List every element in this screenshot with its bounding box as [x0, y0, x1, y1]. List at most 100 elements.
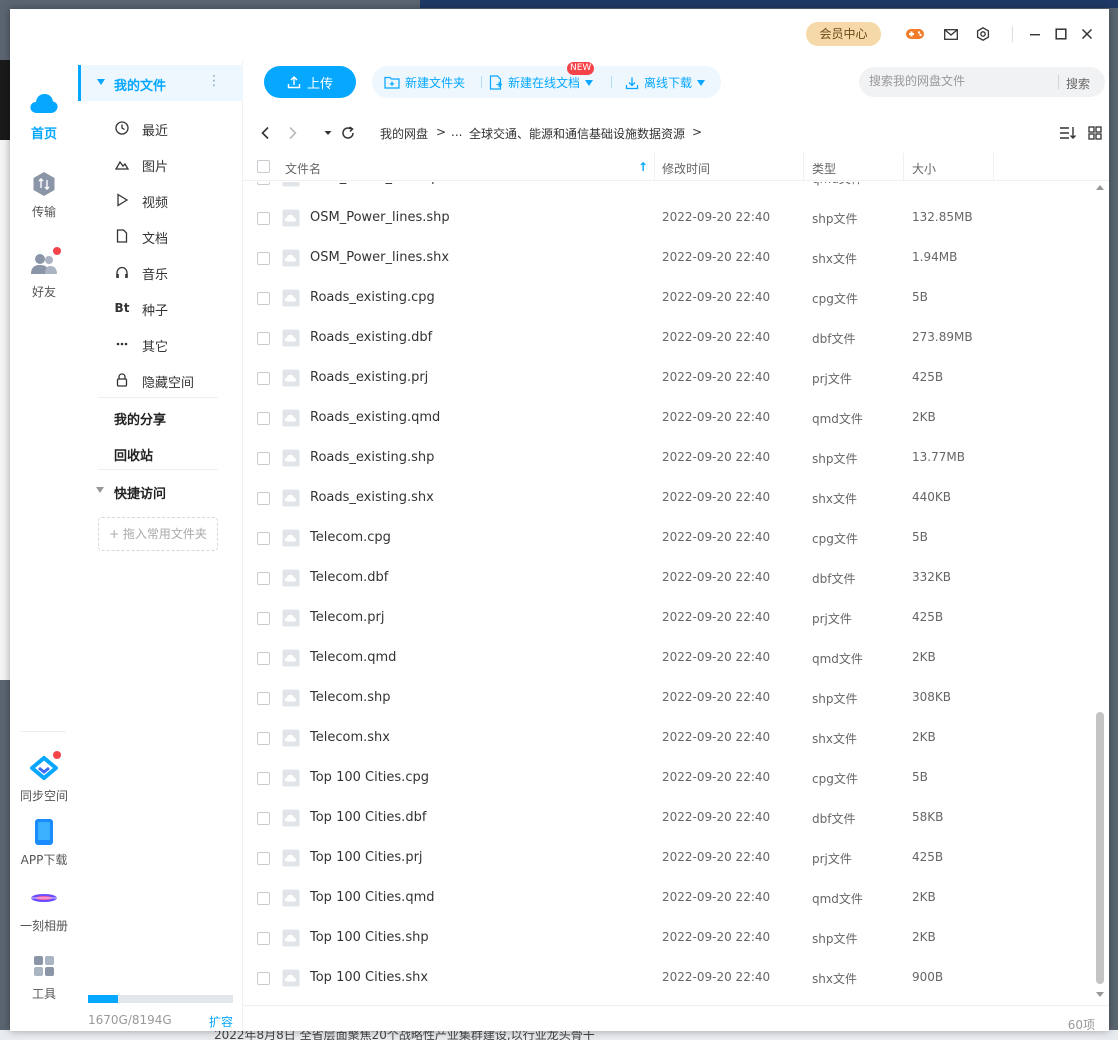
file-name[interactable]: Telecom.qmd — [310, 650, 396, 665]
file-name[interactable]: Telecom.prj — [310, 610, 384, 625]
new-folder-button[interactable]: 新建文件夹 — [384, 74, 465, 91]
table-row[interactable]: Roads_existing.shx 2022-09-20 22:40 shx文件 4… — [243, 478, 1093, 518]
row-checkbox[interactable] — [257, 612, 270, 625]
file-name[interactable]: Telecom.shp — [310, 690, 391, 705]
file-name[interactable]: Roads_existing.qmd — [310, 410, 440, 425]
table-row[interactable]: Roads_existing.shp 2022-09-20 22:40 shp文件 1… — [243, 438, 1093, 478]
scrollbar-thumb[interactable] — [1096, 712, 1104, 984]
row-checkbox[interactable] — [257, 212, 270, 225]
minimize-icon[interactable] — [1024, 23, 1046, 45]
table-row[interactable]: Top 100 Cities.shx 2022-09-20 22:40 shx文件 9… — [243, 958, 1093, 998]
table-row[interactable]: OSM_Power_lines.qmd 2022-09-20 22:40 qmd文件… — [243, 182, 1093, 198]
file-name[interactable]: Top 100 Cities.shp — [310, 930, 429, 945]
rail-tools[interactable]: 工具 — [10, 951, 78, 1002]
close-icon[interactable] — [1076, 23, 1098, 45]
offline-download-button[interactable]: 离线下载 — [625, 74, 706, 91]
table-row[interactable]: Roads_existing.dbf 2022-09-20 22:40 dbf文件 2… — [243, 318, 1093, 358]
rail-sync-space[interactable]: 同步空间 — [10, 751, 78, 804]
file-name[interactable]: OSM_Power_lines.shx — [310, 250, 449, 265]
grid-view-icon[interactable] — [1085, 123, 1105, 143]
sidebar-item-documents[interactable]: 文档 — [78, 218, 243, 254]
file-name[interactable]: Top 100 Cities.dbf — [310, 810, 426, 825]
file-name[interactable]: Roads_existing.prj — [310, 370, 428, 385]
table-row[interactable]: Telecom.shp 2022-09-20 22:40 shp文件 308KB — [243, 678, 1093, 718]
rail-app-download[interactable]: APP下载 — [10, 817, 78, 868]
maximize-icon[interactable] — [1050, 23, 1072, 45]
row-checkbox[interactable] — [257, 732, 270, 745]
row-checkbox[interactable] — [257, 652, 270, 665]
file-name[interactable]: Roads_existing.cpg — [310, 290, 435, 305]
settings-icon[interactable] — [972, 23, 994, 45]
table-row[interactable]: Telecom.shx 2022-09-20 22:40 shx文件 2KB — [243, 718, 1093, 758]
rail-album[interactable]: 一刻相册 — [10, 883, 78, 934]
table-row[interactable]: OSM_Power_lines.shp 2022-09-20 22:40 shp文件… — [243, 198, 1093, 238]
file-name[interactable]: Top 100 Cities.qmd — [310, 890, 434, 905]
row-checkbox[interactable] — [257, 572, 270, 585]
table-row[interactable]: Telecom.dbf 2022-09-20 22:40 dbf文件 332KB — [243, 558, 1093, 598]
sidebar-item-hidden-space[interactable]: 隐藏空间 — [78, 362, 243, 398]
table-row[interactable]: OSM_Power_lines.shx 2022-09-20 22:40 shx文件… — [243, 238, 1093, 278]
row-checkbox[interactable] — [257, 772, 270, 785]
column-header-name[interactable]: 文件名 — [285, 160, 321, 177]
expand-storage-link[interactable]: 扩容 — [209, 1013, 233, 1030]
sidebar-recycle-bin[interactable]: 回收站 — [114, 445, 153, 464]
select-all-checkbox[interactable] — [257, 160, 270, 173]
search-input[interactable] — [869, 74, 1039, 88]
sidebar-my-files[interactable]: 我的文件 ⋮ — [78, 65, 243, 101]
table-row[interactable]: Top 100 Cities.shp 2022-09-20 22:40 shp文件 2… — [243, 918, 1093, 958]
breadcrumb-root[interactable]: 我的网盘 — [380, 125, 428, 142]
sidebar-quick-access[interactable]: 快捷访问 — [114, 483, 166, 502]
drop-folder-zone[interactable]: + 拖入常用文件夹 — [98, 517, 218, 551]
file-name[interactable]: OSM_Power_lines.shp — [310, 210, 450, 225]
scroll-down-arrow-icon[interactable] — [1096, 992, 1104, 997]
sidebar-item-images[interactable]: 图片 — [78, 146, 243, 182]
file-name[interactable]: Roads_existing.shp — [310, 450, 434, 465]
file-name[interactable]: Telecom.shx — [310, 730, 390, 745]
table-row[interactable]: Telecom.prj 2022-09-20 22:40 prj文件 425B — [243, 598, 1093, 638]
row-checkbox[interactable] — [257, 932, 270, 945]
row-checkbox[interactable] — [257, 412, 270, 425]
sidebar-my-share[interactable]: 我的分享 — [114, 409, 166, 428]
rail-friends[interactable]: 好友 — [10, 247, 78, 300]
row-checkbox[interactable] — [257, 852, 270, 865]
table-row[interactable]: Telecom.qmd 2022-09-20 22:40 qmd文件 2KB — [243, 638, 1093, 678]
table-row[interactable]: Roads_existing.cpg 2022-09-20 22:40 cpg文件 5… — [243, 278, 1093, 318]
breadcrumb-current[interactable]: 全球交通、能源和通信基础设施数据资源 — [469, 125, 685, 142]
row-checkbox[interactable] — [257, 812, 270, 825]
game-icon[interactable] — [904, 23, 926, 45]
forward-icon[interactable] — [283, 123, 303, 143]
table-row[interactable]: Roads_existing.qmd 2022-09-20 22:40 qmd文件 2… — [243, 398, 1093, 438]
row-checkbox[interactable] — [257, 332, 270, 345]
file-name[interactable]: Telecom.cpg — [310, 530, 391, 545]
rail-transfer[interactable]: 传输 — [10, 169, 78, 220]
row-checkbox[interactable] — [257, 892, 270, 905]
sort-icon[interactable] — [1058, 123, 1078, 143]
table-row[interactable]: Telecom.cpg 2022-09-20 22:40 cpg文件 5B — [243, 518, 1093, 558]
table-row[interactable]: Top 100 Cities.prj 2022-09-20 22:40 prj文件 4… — [243, 838, 1093, 878]
breadcrumb-ellipsis[interactable]: ... — [451, 125, 462, 139]
file-name[interactable]: OSM_Power_lines.qmd — [310, 182, 456, 185]
column-header-modified[interactable]: 修改时间 — [662, 160, 710, 177]
row-checkbox[interactable] — [257, 692, 270, 705]
sidebar-item-torrents[interactable]: Bt 种子 — [78, 290, 243, 326]
sidebar-item-other[interactable]: 其它 — [78, 326, 243, 362]
file-name[interactable]: Telecom.dbf — [310, 570, 388, 585]
sidebar-item-music[interactable]: 音乐 — [78, 254, 243, 290]
table-row[interactable]: Top 100 Cities.dbf 2022-09-20 22:40 dbf文件 5… — [243, 798, 1093, 838]
sidebar-item-videos[interactable]: 视频 — [78, 182, 243, 218]
scroll-up-arrow-icon[interactable] — [1096, 185, 1104, 190]
file-name[interactable]: Top 100 Cities.prj — [310, 850, 423, 865]
row-checkbox[interactable] — [257, 182, 270, 185]
refresh-icon[interactable] — [338, 123, 358, 143]
file-name[interactable]: Roads_existing.shx — [310, 490, 434, 505]
table-row[interactable]: Roads_existing.prj 2022-09-20 22:40 prj文件 4… — [243, 358, 1093, 398]
back-icon[interactable] — [255, 123, 275, 143]
sort-ascending-arrow-icon[interactable]: ↑ — [638, 160, 648, 174]
file-name[interactable]: Roads_existing.dbf — [310, 330, 432, 345]
row-checkbox[interactable] — [257, 972, 270, 985]
table-row[interactable]: Top 100 Cities.qmd 2022-09-20 22:40 qmd文件 2… — [243, 878, 1093, 918]
history-dropdown-icon[interactable] — [318, 123, 338, 143]
rail-home[interactable]: 首页 — [10, 89, 78, 142]
file-name[interactable]: Top 100 Cities.shx — [310, 970, 428, 985]
upload-button[interactable]: 上传 — [264, 66, 356, 98]
